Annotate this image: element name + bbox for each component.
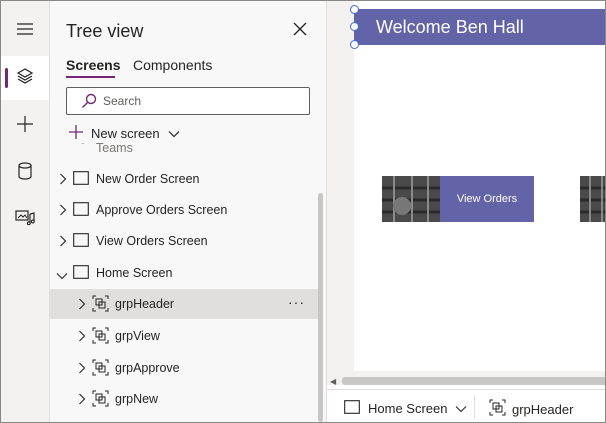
panel-title: Tree view	[66, 21, 144, 41]
close-icon	[293, 22, 307, 41]
view-orders-button[interactable]: View Orders	[440, 176, 534, 222]
chevron-right-icon	[78, 393, 86, 408]
tab-components[interactable]: Components	[133, 57, 212, 73]
screen-icon	[344, 400, 360, 417]
search-input[interactable]	[103, 91, 299, 111]
bottom-status-bar: Home Screen grpHeader	[327, 389, 605, 422]
next-card[interactable]	[580, 176, 605, 222]
tree-item-label: Teams	[96, 143, 133, 155]
canvas-horizontal-scrollbar[interactable]	[342, 377, 605, 385]
hamburger-icon	[16, 22, 34, 41]
tree-item-label: grpApprove	[115, 361, 180, 375]
tree-item-label: grpNew	[115, 392, 159, 406]
scroll-left-arrow-icon[interactable]: ◀	[330, 377, 336, 386]
welcome-header-text: Welcome Ben Hall	[376, 17, 524, 37]
tab-screens[interactable]: Screens	[66, 57, 120, 73]
search-icon	[81, 93, 97, 114]
screen-tree: Teams New Order Screen Approve Orders Sc…	[50, 143, 320, 422]
group-icon	[92, 327, 109, 347]
teams-icon	[72, 143, 88, 153]
tree-item-grpapprove[interactable]: grpApprove	[50, 353, 320, 383]
tree-item-label: grpHeader	[115, 297, 175, 311]
insert-button[interactable]	[1, 104, 49, 148]
chevron-down-icon	[455, 401, 467, 416]
screen-icon	[73, 171, 89, 188]
group-icon	[489, 399, 506, 419]
tree-view-button[interactable]	[1, 56, 49, 100]
resize-handle[interactable]	[350, 5, 359, 14]
component-selector-label: grpHeader	[512, 401, 574, 417]
tree-item-grpview[interactable]: grpView	[50, 321, 320, 351]
tree-item-home-screen[interactable]: Home Screen	[50, 258, 320, 288]
data-button[interactable]	[1, 151, 49, 195]
menu-button[interactable]	[1, 9, 49, 53]
tree-item-label: Approve Orders Screen	[96, 203, 228, 217]
screen-icon	[73, 265, 89, 282]
new-screen-button[interactable]: New screen	[68, 122, 180, 144]
tree-item-grpheader[interactable]: grpHeader ···	[50, 289, 320, 319]
media-button[interactable]	[1, 198, 49, 242]
search-box	[66, 87, 310, 115]
close-button[interactable]	[290, 21, 310, 41]
resize-handle[interactable]	[350, 40, 359, 49]
plus-icon	[68, 124, 84, 143]
media-icon	[15, 209, 35, 232]
tree-item-label: grpView	[115, 329, 160, 343]
tree-item-grpnew[interactable]: grpNew	[50, 384, 320, 414]
plus-icon	[16, 115, 34, 138]
view-orders-card[interactable]: View Orders	[382, 176, 534, 222]
tree-item-label: View Orders Screen	[96, 234, 208, 248]
component-selector[interactable]: grpHeader	[489, 399, 573, 419]
chevron-down-icon	[168, 126, 180, 141]
screen-icon	[73, 202, 89, 219]
resize-handle[interactable]	[350, 22, 359, 31]
chevron-right-icon	[78, 298, 86, 313]
tree-scrollbar[interactable]	[318, 193, 323, 422]
group-icon	[92, 390, 109, 410]
chevron-right-icon	[59, 235, 67, 250]
layers-icon	[16, 67, 34, 90]
database-icon	[18, 161, 32, 185]
tree-item-label: Home Screen	[96, 266, 173, 280]
tree-item-new-order-screen[interactable]: New Order Screen	[50, 164, 320, 194]
chevron-down-icon	[56, 269, 68, 283]
group-icon	[92, 359, 109, 379]
status-divider	[474, 396, 475, 418]
selected-header-group[interactable]: Welcome Ben Hall	[354, 9, 605, 45]
left-rail	[1, 1, 50, 422]
tree-item-label: New Order Screen	[96, 172, 200, 186]
card-image	[580, 176, 605, 222]
card-image	[382, 176, 440, 222]
screen-icon	[73, 233, 89, 250]
chevron-right-icon	[78, 330, 86, 345]
tree-view-panel: Tree view Screens Components New screen	[50, 1, 327, 422]
more-options-button[interactable]: ···	[288, 294, 305, 310]
screen-selector-label: Home Screen	[368, 401, 448, 416]
new-screen-label: New screen	[91, 125, 160, 141]
tree-item-view-orders-screen[interactable]: View Orders Screen	[50, 226, 320, 256]
chevron-right-icon	[59, 173, 67, 188]
chevron-right-icon	[78, 362, 86, 377]
screen-selector[interactable]: Home Screen	[344, 400, 467, 417]
chevron-right-icon	[59, 204, 67, 219]
group-icon	[92, 295, 109, 315]
tree-item-approve-orders-screen[interactable]: Approve Orders Screen	[50, 195, 320, 225]
active-tab-indicator	[66, 76, 115, 78]
app-window: Tree view Screens Components New screen	[0, 0, 606, 423]
